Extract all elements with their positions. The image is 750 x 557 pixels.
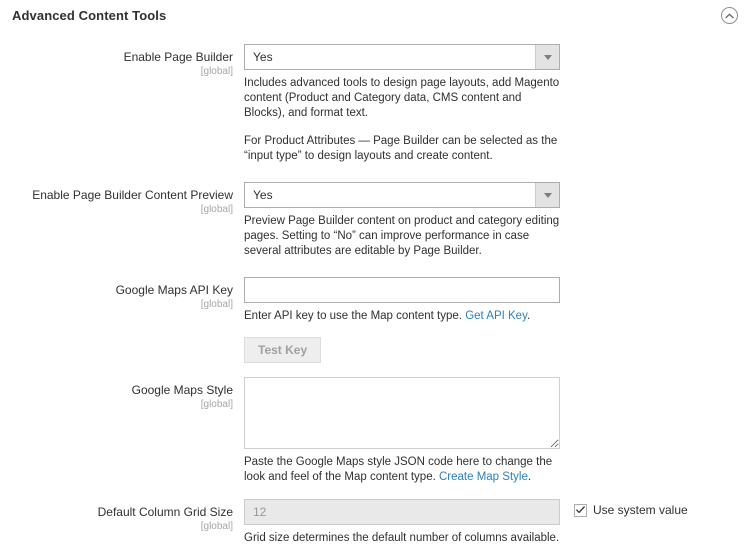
field-label: Enable Page Builder bbox=[0, 50, 233, 65]
enable-page-builder-select[interactable]: Yes bbox=[244, 44, 560, 70]
field-note-secondary: For Product Attributes — Page Builder ca… bbox=[244, 134, 560, 164]
field-label: Enable Page Builder Content Preview bbox=[0, 188, 233, 203]
field-scope: [global] bbox=[0, 521, 233, 533]
field-enable-content-preview: Enable Page Builder Content Preview [glo… bbox=[0, 182, 750, 259]
field-note: Paste the Google Maps style JSON code he… bbox=[244, 455, 560, 485]
field-enable-page-builder: Enable Page Builder [global] Yes Include… bbox=[0, 44, 750, 164]
field-label-group: Default Column Grid Size [global] bbox=[0, 499, 244, 533]
field-default-column-grid-size: Default Column Grid Size [global] Use bbox=[0, 499, 750, 546]
google-maps-style-textarea[interactable] bbox=[244, 377, 560, 449]
field-note: Preview Page Builder content on product … bbox=[244, 214, 560, 259]
enable-content-preview-select[interactable]: Yes bbox=[244, 182, 560, 208]
use-system-value-group-default[interactable]: Use system value bbox=[574, 499, 688, 517]
field-note: Enter API key to use the Map content typ… bbox=[244, 309, 560, 324]
default-column-grid-size-input[interactable] bbox=[244, 499, 560, 525]
field-label-group: Enable Page Builder Content Preview [glo… bbox=[0, 182, 244, 216]
field-scope: [global] bbox=[0, 399, 233, 411]
field-note-primary: Includes advanced tools to design page l… bbox=[244, 76, 560, 121]
field-label-group: Enable Page Builder [global] bbox=[0, 44, 244, 78]
checkbox-use-system-value[interactable] bbox=[574, 504, 587, 517]
field-label: Default Column Grid Size bbox=[0, 505, 233, 520]
field-label-group: Google Maps API Key [global] bbox=[0, 277, 244, 311]
field-google-maps-api-key: Google Maps API Key [global] Enter API k… bbox=[0, 277, 750, 363]
note-suffix: . bbox=[528, 471, 531, 483]
checkbox-label[interactable]: Use system value bbox=[593, 503, 688, 517]
page-title: Advanced Content Tools bbox=[12, 8, 166, 23]
note-suffix: . bbox=[527, 310, 530, 322]
google-maps-api-key-input[interactable] bbox=[244, 277, 560, 303]
chevron-up-circle-icon[interactable] bbox=[721, 7, 738, 24]
select-value: Yes bbox=[245, 45, 535, 69]
advanced-content-tools-panel: Advanced Content Tools Enable Page Build… bbox=[0, 0, 750, 557]
field-scope: [global] bbox=[0, 299, 233, 311]
chevron-down-icon[interactable] bbox=[535, 183, 559, 207]
section-header: Advanced Content Tools bbox=[0, 0, 750, 30]
field-scope: [global] bbox=[0, 204, 233, 216]
get-api-key-link[interactable]: Get API Key bbox=[465, 310, 527, 322]
test-key-button[interactable]: Test Key bbox=[244, 337, 321, 363]
create-map-style-link[interactable]: Create Map Style bbox=[439, 471, 528, 483]
note-text: Enter API key to use the Map content typ… bbox=[244, 310, 465, 322]
field-note: Grid size determines the default number … bbox=[244, 531, 560, 546]
select-value: Yes bbox=[245, 183, 535, 207]
chevron-down-icon[interactable] bbox=[535, 45, 559, 69]
field-label: Google Maps Style bbox=[0, 383, 233, 398]
field-label: Google Maps API Key bbox=[0, 283, 233, 298]
field-label-group: Google Maps Style [global] bbox=[0, 377, 244, 411]
field-google-maps-style: Google Maps Style [global] Paste the Goo… bbox=[0, 377, 750, 485]
field-scope: [global] bbox=[0, 66, 233, 78]
settings-form: Enable Page Builder [global] Yes Include… bbox=[0, 30, 750, 557]
